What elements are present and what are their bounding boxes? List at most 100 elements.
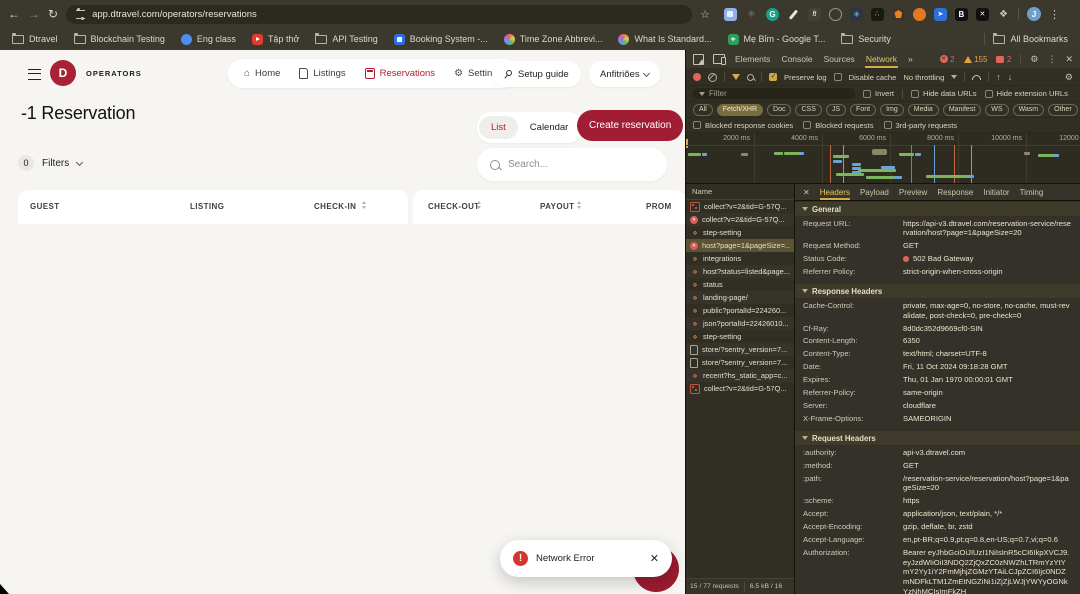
tab-sources[interactable]: Sources <box>823 50 856 68</box>
bookmark-item[interactable]: Blockchain Testing <box>73 33 165 44</box>
hamburger-menu-icon[interactable] <box>28 69 41 80</box>
setup-guide-button[interactable]: Setup guide <box>492 61 581 87</box>
request-row[interactable]: ✕ collect?v=2&tid=G-57Q... <box>686 213 794 226</box>
request-row[interactable]: ‹› public?portalId=224260... <box>686 304 794 317</box>
network-overview-timeline[interactable]: 2000 ms 4000 ms 6000 ms 8000 ms 10000 ms… <box>686 133 1080 184</box>
search-input[interactable]: Search... <box>477 148 667 181</box>
extensions-puzzle-icon[interactable]: ❖ <box>997 8 1010 21</box>
column-checkout[interactable]: CHECK-OUT <box>428 202 480 211</box>
chip-all[interactable]: All <box>693 103 713 116</box>
disable-cache-checkbox[interactable] <box>833 73 842 81</box>
request-row[interactable]: store/?sentry_version=7... <box>686 343 794 356</box>
preserve-log-checkbox[interactable] <box>769 72 777 81</box>
extension-icon[interactable] <box>828 7 842 21</box>
hide-data-urls-checkbox[interactable] <box>911 89 919 98</box>
export-har-icon[interactable]: ↓ <box>1008 72 1013 82</box>
bookmark-item[interactable]: Eng class <box>180 33 236 45</box>
chip-media[interactable]: Media <box>907 103 939 116</box>
request-row[interactable]: collect?v=2&tid=G-57Q... <box>686 382 794 395</box>
extension-icon[interactable]: ➤ <box>933 7 947 21</box>
network-settings-icon[interactable]: ⚙ <box>1065 72 1073 83</box>
request-row[interactable]: ‹› json?portalId=22426010... <box>686 317 794 330</box>
section-general[interactable]: General <box>795 201 1080 217</box>
extension-icon[interactable]: ✳ <box>849 7 863 21</box>
inspect-element-icon[interactable] <box>693 53 704 65</box>
chip-wasm[interactable]: Wasm <box>1012 103 1045 116</box>
devtools-settings-icon[interactable]: ⚙ <box>1030 54 1038 65</box>
chip-css[interactable]: CSS <box>795 103 822 116</box>
toast-close-icon[interactable]: ✕ <box>650 552 659 565</box>
request-row[interactable]: store/?sentry_version=7... <box>686 356 794 369</box>
sort-icon[interactable] <box>477 201 481 209</box>
record-network-log-icon[interactable] <box>693 73 701 81</box>
extension-icon[interactable]: ✳ <box>745 8 758 21</box>
section-request-headers[interactable]: Request Headers <box>795 430 1080 447</box>
error-count-badge[interactable]: ✕ 2 <box>939 55 955 64</box>
tab-response[interactable]: Response <box>937 184 973 200</box>
calendar-view-tab[interactable]: Calendar <box>518 116 581 139</box>
chip-doc[interactable]: Doc <box>767 103 792 116</box>
chip-js[interactable]: JS <box>825 103 847 116</box>
checkbox[interactable] <box>883 121 892 129</box>
request-row[interactable]: ‹› host?status=listed&page... <box>686 265 794 278</box>
bookmark-item[interactable]: Mẹ Bỉm - Google T... <box>727 33 825 45</box>
filter-icon[interactable] <box>732 74 740 80</box>
request-row[interactable]: ‹› step-setting <box>686 226 794 239</box>
create-reservation-button[interactable]: Create reservation <box>577 110 684 141</box>
tab-headers[interactable]: Headers <box>820 184 850 200</box>
request-row[interactable]: ‹› integrations <box>686 252 794 265</box>
chip-ws[interactable]: WS <box>985 103 1009 116</box>
network-conditions-icon[interactable] <box>972 74 982 80</box>
bookmark-item[interactable]: API Testing <box>315 33 378 44</box>
sort-icon[interactable] <box>362 201 366 209</box>
blocked-response-cookies[interactable]: Blocked response cookies <box>693 121 793 130</box>
column-checkin[interactable]: CHECK-IN <box>314 202 356 211</box>
nav-listings[interactable]: Listings <box>299 68 346 79</box>
column-payout[interactable]: PAYOUT <box>540 202 574 211</box>
bookmark-item[interactable]: Time Zone Abbrevi... <box>503 33 602 45</box>
grammarly-extension-icon[interactable]: G <box>765 7 779 21</box>
bookmark-item[interactable]: Dtravel <box>12 33 58 44</box>
filter-input[interactable]: Filter <box>693 88 855 99</box>
section-response-headers[interactable]: Response Headers <box>795 283 1080 300</box>
request-row[interactable]: ‹› landing-page/ <box>686 291 794 304</box>
issues-badge[interactable]: 2 <box>996 55 1011 64</box>
url-text[interactable]: app.dtravel.com/operators/reservations <box>92 9 257 20</box>
bookmark-item[interactable]: What Is Standard... <box>618 33 712 45</box>
bookmark-item[interactable]: Tập thở <box>251 33 299 45</box>
checkbox[interactable] <box>803 121 812 129</box>
checkbox[interactable] <box>693 121 701 129</box>
tab-network[interactable]: Network <box>865 50 898 68</box>
request-list-header[interactable]: Name <box>686 184 794 200</box>
extension-icon[interactable]: ft <box>807 7 821 21</box>
extension-icon[interactable]: ✕ <box>975 7 989 21</box>
blocked-requests[interactable]: Blocked requests <box>803 121 874 130</box>
devtools-menu-icon[interactable]: ⋮ <box>1047 54 1056 65</box>
request-row[interactable]: ‹› status <box>686 278 794 291</box>
hide-extension-urls-checkbox[interactable] <box>984 89 993 98</box>
chip-img[interactable]: Img <box>880 103 904 116</box>
metamask-extension-icon[interactable] <box>891 7 905 21</box>
extension-icon[interactable]: ∴ <box>870 7 884 21</box>
inspector-close-icon[interactable]: ✕ <box>803 188 810 197</box>
eyedropper-extension-icon[interactable] <box>787 8 800 21</box>
bookmark-item[interactable]: Booking System -... <box>393 33 488 45</box>
list-view-tab[interactable]: List <box>479 116 518 139</box>
tab-timing[interactable]: Timing <box>1020 184 1044 200</box>
invert-filter[interactable]: Invert <box>863 89 894 98</box>
nav-reservations[interactable]: Reservations <box>364 68 435 79</box>
import-har-icon[interactable]: ↑ <box>996 72 1001 82</box>
tab-payload[interactable]: Payload <box>860 184 889 200</box>
request-row[interactable]: ‹› recent?hs_static_app=c... <box>686 369 794 382</box>
request-row[interactable]: ‹› step-setting <box>686 330 794 343</box>
chip-font[interactable]: Font <box>850 103 877 116</box>
tab-initiator[interactable]: Initiator <box>983 184 1009 200</box>
more-tabs-icon[interactable]: » <box>907 50 914 68</box>
clear-network-log-icon[interactable] <box>708 72 717 82</box>
tab-elements[interactable]: Elements <box>734 50 771 68</box>
tab-preview[interactable]: Preview <box>899 184 927 200</box>
site-settings-icon[interactable] <box>76 8 86 20</box>
chip-other[interactable]: Other <box>1048 103 1078 116</box>
profile-avatar[interactable]: J <box>1026 7 1041 21</box>
invert-checkbox[interactable] <box>863 89 871 98</box>
